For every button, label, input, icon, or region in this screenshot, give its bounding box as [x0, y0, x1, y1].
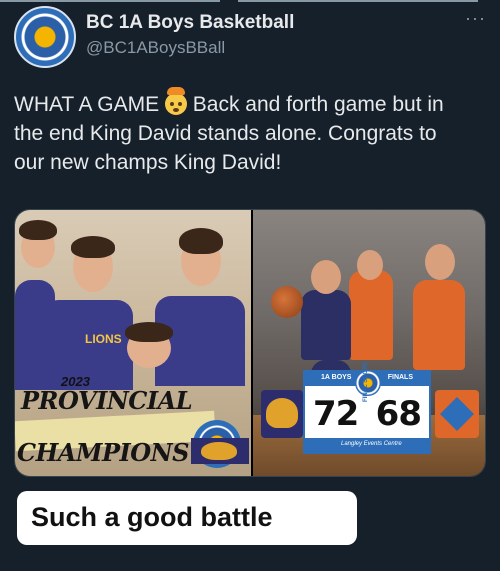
tweet-text-line-2: the end King David stands alone. Congrat…: [14, 122, 437, 145]
tweet-text-end: Back and forth game but in: [186, 93, 444, 116]
tweet-header: BC 1A Boys Basketball @BC1ABoysBBall ···: [14, 6, 486, 68]
reply-bubble: Such a good battle: [17, 491, 357, 545]
home-score: 72: [313, 394, 359, 434]
opponent-team-logo: [435, 390, 479, 438]
away-score: 68: [375, 394, 422, 434]
lion-logo: [191, 438, 249, 464]
jersey-text: LIONS: [85, 332, 122, 346]
tweet-text-line-3: our new champs King David!: [14, 151, 282, 174]
scoreboard: 1A BOYS FINALS 72 FINAL SCORE 68 Langley…: [303, 361, 431, 454]
more-options-icon[interactable]: ···: [465, 8, 486, 29]
display-name[interactable]: BC 1A Boys Basketball: [86, 12, 294, 34]
user-handle[interactable]: @BC1ABoysBBall: [86, 38, 225, 58]
final-score-label: FINAL SCORE: [363, 361, 369, 402]
final-score-photo[interactable]: 1A BOYS FINALS 72 FINAL SCORE 68 Langley…: [253, 210, 485, 476]
round-label: FINALS: [387, 374, 413, 381]
reply-text: Such a good battle: [31, 502, 273, 532]
exploding-head-icon: [164, 87, 187, 115]
tweet-media[interactable]: LIONS 2023 PROVINCIAL CHAMPIONS 1A BOYS …: [14, 209, 486, 477]
champions-label: CHAMPIONS: [17, 438, 189, 467]
tweet-text-start: WHAT A GAME: [14, 93, 165, 116]
tweet-body: WHAT A GAME Back and forth game but in t…: [14, 87, 484, 177]
champions-photo[interactable]: LIONS 2023 PROVINCIAL CHAMPIONS: [15, 210, 251, 476]
lions-team-logo: [261, 390, 303, 438]
division-label: 1A BOYS: [321, 374, 352, 381]
scoreboard-footer: Langley Events Centre: [305, 438, 429, 452]
avatar[interactable]: [14, 6, 76, 68]
venue-label: Langley Events Centre: [341, 441, 402, 447]
provincial-label: PROVINCIAL: [21, 386, 193, 415]
